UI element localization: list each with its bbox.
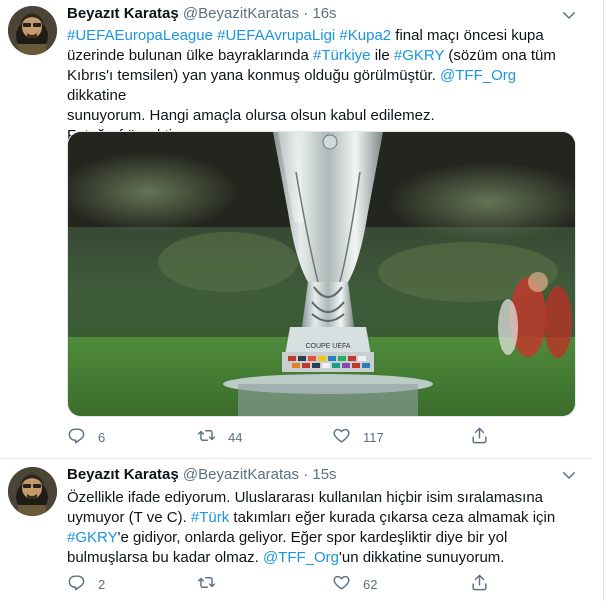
- tweet-text: Özellikle ifade ediyorum. Uluslararası k…: [67, 488, 577, 568]
- author-handle[interactable]: @BeyazitKaratas: [183, 5, 299, 22]
- retweet-icon: [197, 426, 216, 448]
- tweet-text-line: Kıbrıs'ı temsilen) yan yana konmuş olduğ…: [67, 66, 577, 106]
- trophy-inscription: COUPE UEFA: [305, 343, 350, 350]
- reply-icon: [67, 426, 86, 448]
- hashtag-link[interactable]: #Türk: [191, 509, 229, 526]
- reply-icon: [67, 573, 86, 595]
- retweet-icon: [197, 573, 216, 595]
- hashtag-link[interactable]: #GKRY: [394, 47, 444, 64]
- avatar[interactable]: [8, 6, 57, 55]
- author-name[interactable]: Beyazıt Karataş: [67, 5, 179, 22]
- text-segment: sunuyorum. Hangi amaçla olursa olsun kab…: [67, 107, 435, 124]
- separator: ·: [303, 5, 309, 22]
- text-segment: ile: [370, 47, 394, 64]
- share-button[interactable]: [470, 574, 489, 594]
- text-segment: 'un dikkatine sunuyorum.: [339, 549, 505, 566]
- tweet-header: Beyazıt Karataş @BeyazitKaratas · 16s: [67, 4, 337, 24]
- reply-count: 2: [98, 576, 106, 592]
- text-segment: 'e gidiyor, onlarda geliyor. Eğer spor k…: [117, 529, 508, 546]
- like-count: 62: [363, 576, 378, 592]
- reply-button[interactable]: 6: [67, 427, 105, 447]
- text-segment: uymuyor (T ve C).: [67, 509, 191, 526]
- tweet-time[interactable]: 15s: [312, 466, 336, 483]
- retweet-button[interactable]: [197, 574, 228, 594]
- like-count: 117: [363, 429, 384, 445]
- text-segment: bulmuşlarsa bu kadar olmaz.: [67, 549, 263, 566]
- tweet-text-line: sunuyorum. Hangi amaçla olursa olsun kab…: [67, 106, 577, 126]
- retweet-count: 44: [228, 429, 243, 445]
- tweet-text-line: üzerinde bulunan ülke bayraklarında #Tür…: [67, 46, 577, 66]
- avatar[interactable]: [8, 467, 57, 516]
- tweet-time[interactable]: 16s: [312, 5, 336, 22]
- tweet-text-line: #GKRY'e gidiyor, onlarda geliyor. Eğer s…: [67, 528, 577, 548]
- heart-icon: [332, 426, 351, 448]
- text-segment: final maçı öncesi kupa: [391, 27, 544, 44]
- mention-link[interactable]: @TFF_Org: [440, 67, 516, 84]
- tweet-text: #UEFAEuropaLeague #UEFAAvrupaLigi #Kupa2…: [67, 26, 577, 146]
- tweet-actions: 2 62: [67, 574, 497, 594]
- hashtag-link[interactable]: #Kupa2: [339, 27, 391, 44]
- tweet[interactable]: Beyazıt Karataş @BeyazitKaratas · 16s #U…: [0, 0, 592, 459]
- tweet[interactable]: Beyazıt Karataş @BeyazitKaratas · 15s Öz…: [0, 460, 592, 601]
- heart-icon: [332, 573, 351, 595]
- author-handle[interactable]: @BeyazitKaratas: [183, 466, 299, 483]
- tweet-text-line: bulmuşlarsa bu kadar olmaz. @TFF_Org'un …: [67, 548, 577, 568]
- hashtag-link[interactable]: #GKRY: [67, 529, 118, 546]
- hashtag-link[interactable]: #UEFAAvrupaLigi: [217, 27, 335, 44]
- text-segment: üzerinde bulunan ülke bayraklarında: [67, 47, 313, 64]
- reply-count: 6: [98, 429, 106, 445]
- text-segment: dikkatine: [67, 87, 127, 104]
- author-name[interactable]: Beyazıt Karataş: [67, 466, 179, 483]
- text-segment: Özellikle ifade ediyorum. Uluslararası k…: [67, 489, 544, 506]
- tweet-text-line: Özellikle ifade ediyorum. Uluslararası k…: [67, 488, 577, 508]
- text-segment: Kıbrıs'ı temsilen) yan yana konmuş olduğ…: [67, 67, 441, 84]
- hashtag-link[interactable]: #UEFAEuropaLeague: [67, 27, 213, 44]
- share-icon: [470, 573, 489, 595]
- tweet-actions: 6 44 117: [67, 427, 497, 447]
- text-segment: takımları eğer kurada çıkarsa ceza almam…: [229, 509, 556, 526]
- like-button[interactable]: 62: [332, 574, 377, 594]
- like-button[interactable]: 117: [332, 427, 384, 447]
- tweet-text-line: #UEFAEuropaLeague #UEFAAvrupaLigi #Kupa2…: [67, 26, 577, 46]
- separator: ·: [303, 466, 309, 483]
- text-segment: (sözüm ona tüm: [444, 47, 556, 64]
- chevron-down-icon[interactable]: [560, 6, 578, 24]
- tweet-text-line: uymuyor (T ve C). #Türk takımları eğer k…: [67, 508, 577, 528]
- share-icon: [470, 426, 489, 448]
- reply-button[interactable]: 2: [67, 574, 105, 594]
- tweet-header: Beyazıt Karataş @BeyazitKaratas · 15s: [67, 465, 337, 485]
- share-button[interactable]: [470, 427, 489, 447]
- retweet-button[interactable]: 44: [197, 427, 242, 447]
- mention-link[interactable]: @TFF_Org: [263, 549, 339, 566]
- chevron-down-icon[interactable]: [560, 466, 578, 484]
- hashtag-link[interactable]: #Türkiye: [313, 47, 371, 64]
- tweet-photo[interactable]: COUPE UEFA: [67, 131, 576, 417]
